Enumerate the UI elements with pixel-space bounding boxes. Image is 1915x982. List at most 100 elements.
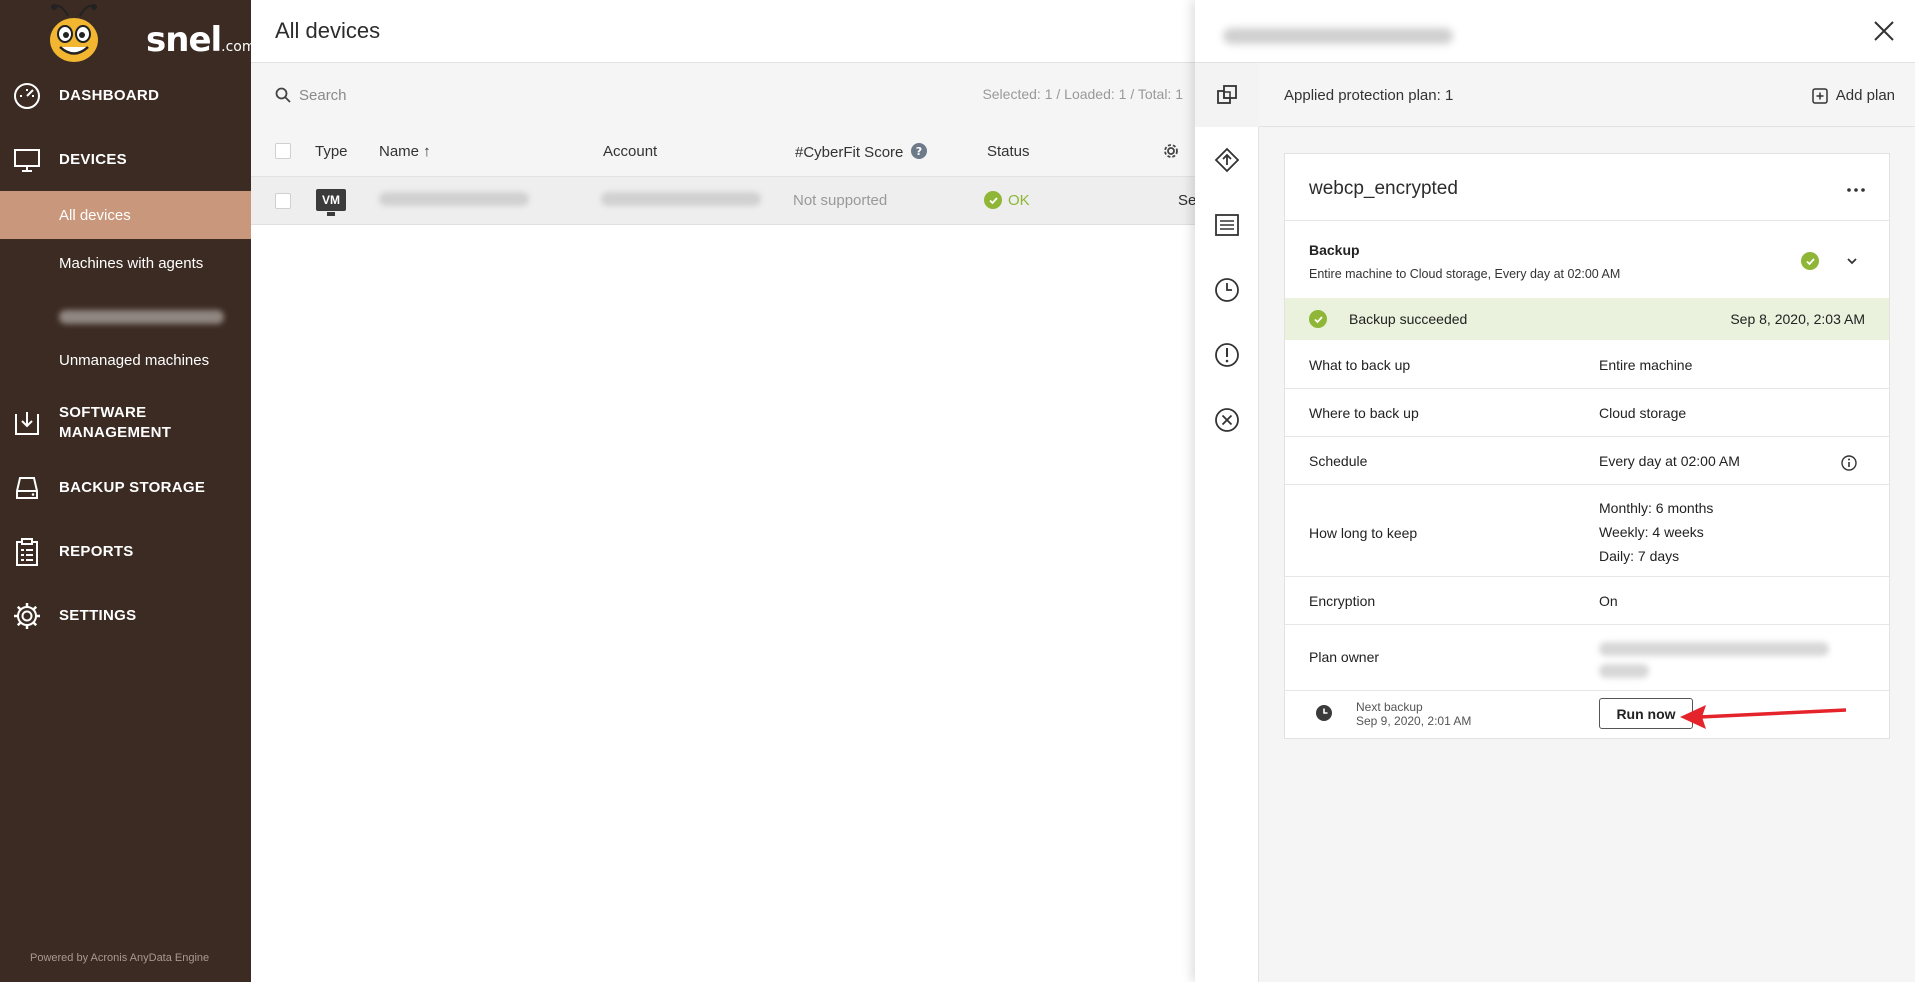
more-options-icon[interactable] [1841,180,1871,200]
remove-circle-icon [1215,408,1239,432]
divider [1285,388,1889,389]
main-content: All devices Selected: 1 / Loaded: 1 / To… [251,0,1197,982]
column-cyberfit-score[interactable]: #CyberFit Score ? [795,143,927,161]
nav-backup-storage[interactable]: BACKUP STORAGE [0,472,251,504]
rail-details[interactable] [1195,193,1259,257]
nav-settings[interactable]: SETTINGS [0,600,251,632]
main-header: All devices [251,0,1195,63]
toolbar: Selected: 1 / Loaded: 1 / Total: 1 [251,63,1195,125]
next-backup-date: Sep 9, 2020, 2:01 AM [1356,714,1472,728]
column-settings-gear-icon[interactable] [1162,142,1180,160]
redacted-text [601,192,761,206]
panel-header [1195,0,1915,63]
prop-value-owner [1599,638,1829,678]
chevron-down-icon[interactable] [1845,254,1859,268]
sub-label: Unmanaged machines [59,351,210,369]
nav-software-management[interactable]: SOFTWARE MANAGEMENT [0,403,251,443]
column-type[interactable]: Type [315,143,348,160]
nav-reports[interactable]: REPORTS [0,536,251,568]
prop-label-owner: Plan owner [1309,649,1380,665]
prop-value-what: Entire machine [1599,357,1693,373]
prop-value-where: Cloud storage [1599,405,1687,421]
retention-monthly: Monthly: 6 months [1599,500,1714,516]
protection-plans-icon [1217,85,1237,104]
check-circle-icon [984,191,1002,209]
search-input[interactable] [299,81,599,109]
backup-ok-icon [1801,252,1819,270]
monitor-icon [14,149,40,172]
sub-label: All devices [59,206,131,224]
page-title: All devices [275,18,381,43]
nav-label: REPORTS [59,543,134,560]
clock-filled-icon [1316,705,1332,721]
panel-body: Applied protection plan: 1 Add plan webc… [1259,63,1915,982]
nav-label: BACKUP STORAGE [59,479,206,496]
redacted-device-title [1223,28,1453,44]
sidebar-item-machines-with-agents[interactable]: Machines with agents [0,239,251,287]
alert-icon [1215,343,1239,367]
prop-label-where: Where to back up [1309,405,1419,421]
gear-icon [14,603,40,629]
sidebar: snel.com DASHBOARD DEVICES All devices M… [0,0,256,982]
nav-dashboard[interactable]: DASHBOARD [0,80,251,112]
row-extra-cell: Se [1178,192,1197,209]
column-status[interactable]: Status [987,143,1030,160]
clipboard-report-icon [16,538,38,566]
rail-remove[interactable] [1195,388,1259,452]
add-plan-button[interactable]: Add plan [1812,87,1895,104]
rail-protection[interactable] [1195,63,1259,127]
table-row[interactable]: VM Not supported OK Se [251,177,1197,225]
svg-text:?: ? [915,145,921,158]
sidebar-item-unmanaged-machines[interactable]: Unmanaged machines [0,336,251,384]
storage-drive-icon [16,477,38,499]
rail-alerts[interactable] [1195,323,1259,387]
backup-status-label: Backup succeeded [1349,311,1468,327]
rail-recovery[interactable] [1195,128,1259,192]
backup-section-title: Backup [1309,242,1360,258]
powered-by-footer: Powered by Acronis AnyData Engine [30,952,210,964]
device-account [601,192,761,210]
selection-counts: Selected: 1 / Loaded: 1 / Total: 1 [982,86,1183,102]
bee-mascot-icon [50,4,98,62]
row-checkbox[interactable] [275,193,291,209]
device-name [379,192,529,210]
status-text: OK [1008,191,1030,209]
search-icon [275,87,291,103]
rail-activities[interactable] [1195,258,1259,322]
select-all-checkbox[interactable] [275,143,291,159]
help-icon[interactable]: ? [910,143,927,159]
divider [1285,624,1889,625]
prop-label-encryption: Encryption [1309,593,1376,609]
device-details-panel: Applied protection plan: 1 Add plan webc… [1195,0,1915,982]
column-name[interactable]: Name ↑ [379,143,431,160]
divider [1285,436,1889,437]
sidebar-item-redacted[interactable] [0,293,251,341]
retention-daily: Daily: 7 days [1599,548,1680,564]
nav-label: DASHBOARD [59,87,160,104]
divider [1285,484,1889,485]
logo[interactable]: snel.com [40,4,256,64]
redacted-text [1599,642,1829,656]
plan-card: webcp_encrypted Backup Entire machine to… [1284,153,1890,739]
sidebar-item-all-devices[interactable]: All devices [0,191,251,239]
redacted-text [59,310,224,324]
info-icon[interactable] [1841,455,1857,471]
nav-label: SETTINGS [59,607,137,624]
close-icon[interactable] [1871,18,1897,44]
dashboard-icon [14,83,40,109]
next-backup-label: Next backup [1356,700,1423,714]
recovery-icon [1214,147,1240,173]
plan-name: webcp_encrypted [1309,178,1458,199]
divider [1285,220,1889,221]
status-badge: OK [984,191,1030,209]
details-list-icon [1215,214,1239,236]
nav-devices[interactable]: DEVICES [0,144,251,176]
divider [1285,690,1889,691]
column-account[interactable]: Account [603,143,657,160]
prop-label-what: What to back up [1309,357,1411,373]
applied-plan-count: Applied protection plan: 1 [1284,87,1454,104]
redacted-text [1599,664,1649,678]
annotation-arrow-icon [1680,705,1847,729]
prop-value-encryption: On [1599,593,1618,609]
prop-value-schedule: Every day at 02:00 AM [1599,453,1740,469]
